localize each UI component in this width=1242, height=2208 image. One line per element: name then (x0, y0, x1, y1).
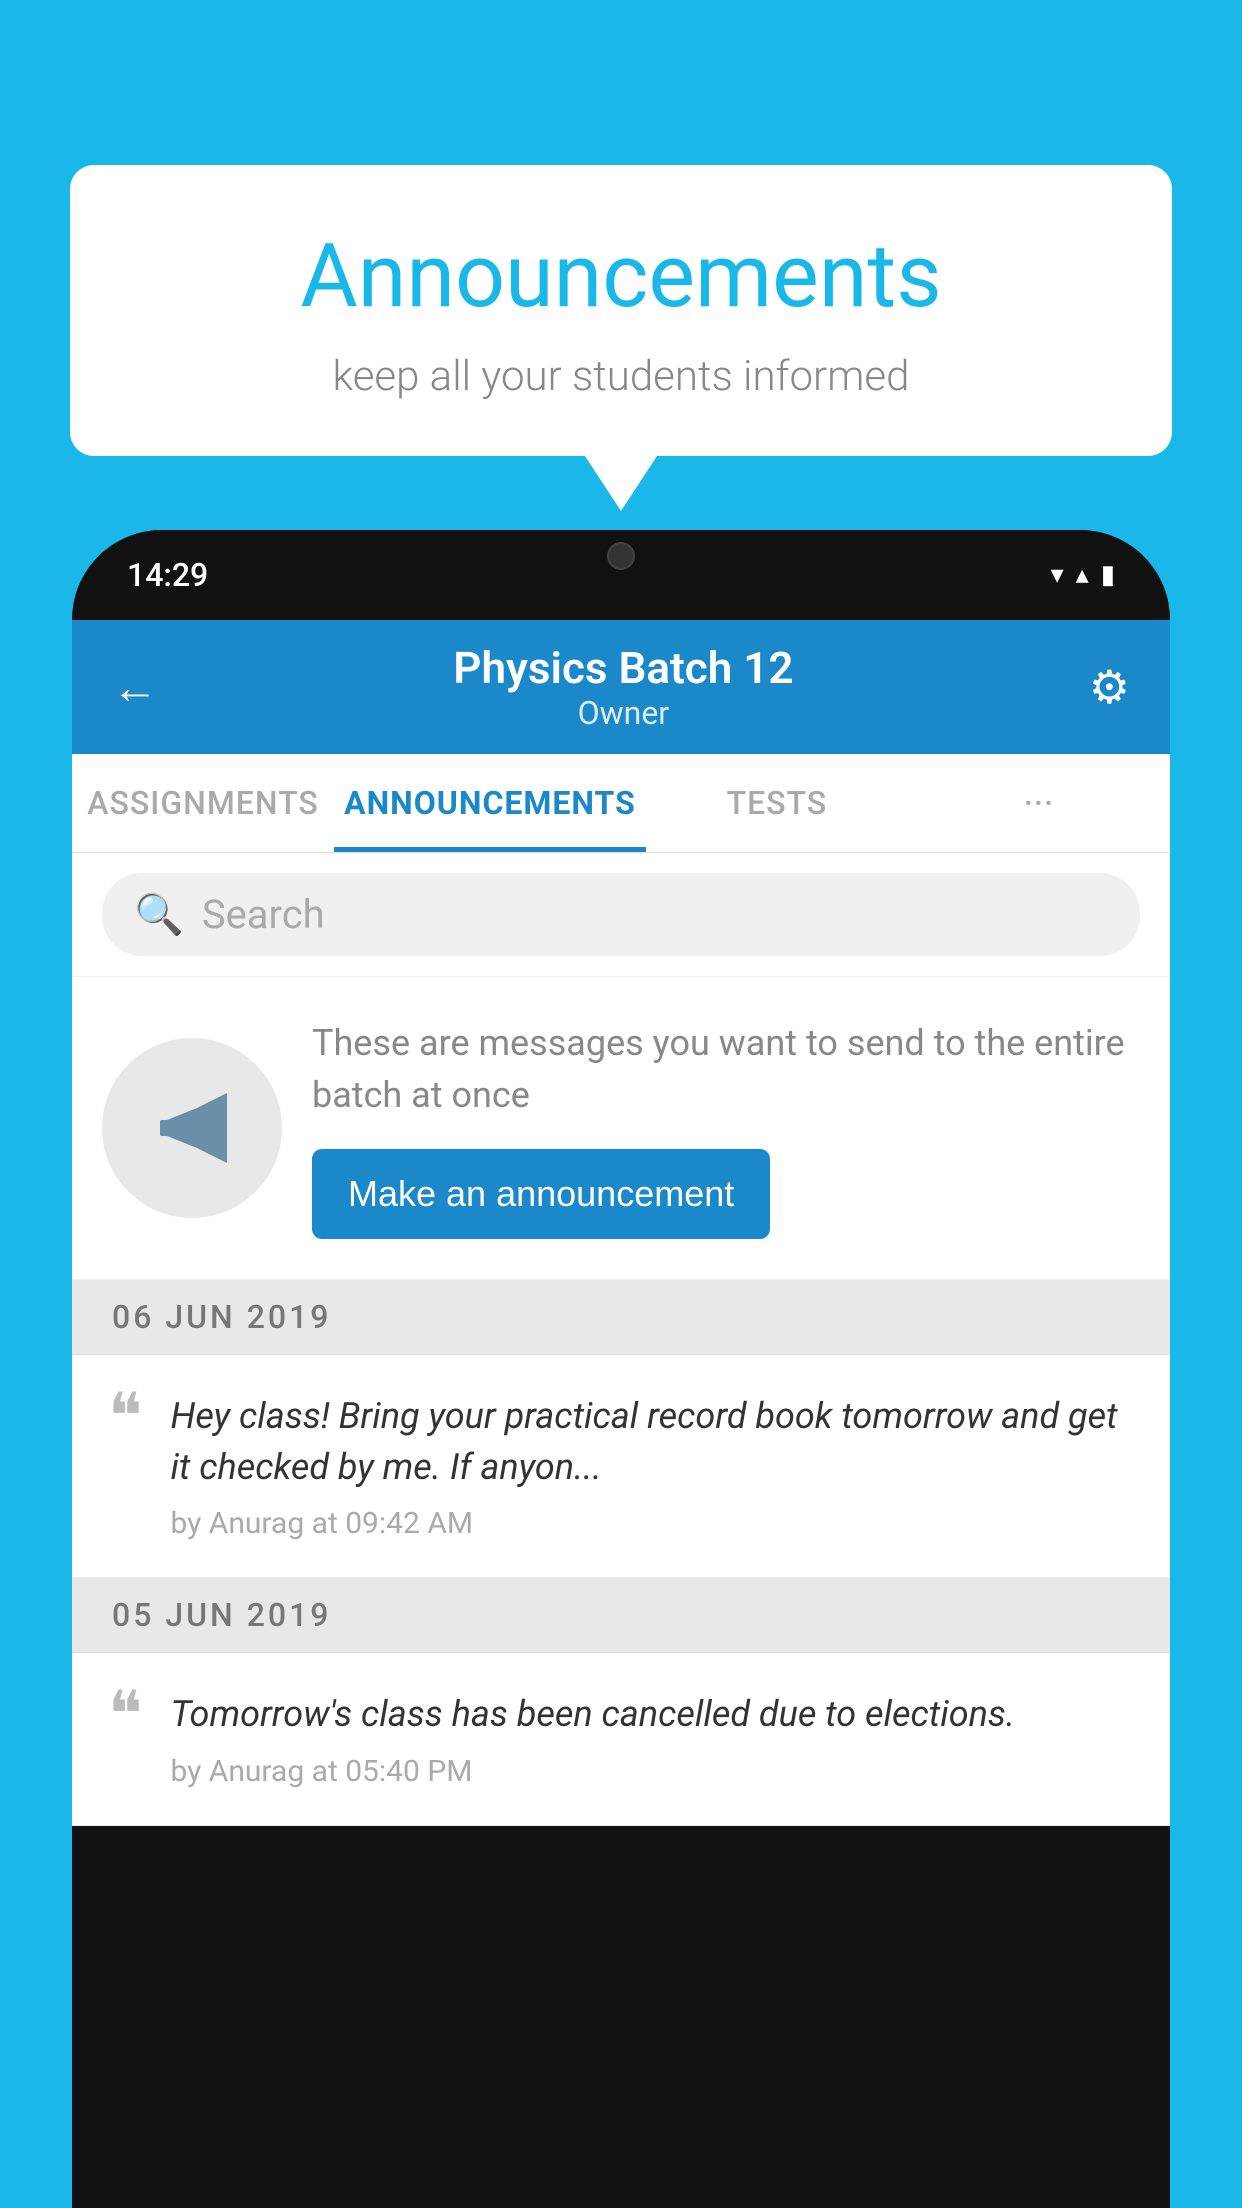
search-icon: 🔍 (134, 891, 184, 938)
announcement-text-1: Hey class! Bring your practical record b… (170, 1391, 1134, 1492)
promo-right: These are messages you want to send to t… (312, 1017, 1140, 1239)
tab-assignments[interactable]: ASSIGNMENTS (72, 754, 334, 852)
speech-bubble: Announcements keep all your students inf… (70, 165, 1172, 456)
announcement-item-1: ❝ Hey class! Bring your practical record… (72, 1355, 1170, 1578)
search-placeholder: Search (202, 891, 325, 938)
batch-title: Physics Batch 12 (453, 642, 793, 694)
signal-icon: ▴ (1076, 560, 1089, 590)
settings-gear-icon[interactable]: ⚙ (1089, 660, 1130, 715)
back-button[interactable]: ← (112, 660, 158, 715)
phone-notch (511, 530, 731, 585)
speech-bubble-title: Announcements (120, 225, 1122, 328)
make-announcement-button[interactable]: Make an announcement (312, 1149, 770, 1239)
tab-tests[interactable]: TESTS (646, 754, 908, 852)
status-icons: ▾ ▴ ▮ (1051, 560, 1115, 590)
tabs-bar: ASSIGNMENTS ANNOUNCEMENTS TESTS ··· (72, 754, 1170, 853)
announcement-item-2: ❝ Tomorrow's class has been cancelled du… (72, 1653, 1170, 1825)
phone-screen: 🔍 Search (72, 853, 1170, 1826)
announcement-by-1: by Anurag at 09:42 AM (170, 1506, 1134, 1541)
announcement-text-2: Tomorrow's class has been cancelled due … (170, 1689, 1134, 1739)
announcement-right-2: Tomorrow's class has been cancelled due … (170, 1689, 1134, 1788)
announcement-by-2: by Anurag at 05:40 PM (170, 1754, 1134, 1789)
tab-announcements[interactable]: ANNOUNCEMENTS (334, 754, 646, 852)
batch-role: Owner (453, 694, 793, 732)
status-bar: 14:29 ▾ ▴ ▮ (72, 530, 1170, 620)
phone-camera (607, 542, 635, 570)
battery-icon: ▮ (1101, 560, 1115, 590)
announcement-right-1: Hey class! Bring your practical record b… (170, 1391, 1134, 1541)
date-separator-1: 06 JUN 2019 (72, 1280, 1170, 1355)
header-title-block: Physics Batch 12 Owner (453, 642, 793, 732)
date-separator-2: 05 JUN 2019 (72, 1578, 1170, 1653)
phone-frame: 14:29 ▾ ▴ ▮ ← Physics Batch 12 Owner ⚙ A… (72, 530, 1170, 2208)
promo-description: These are messages you want to send to t… (312, 1017, 1140, 1121)
search-bar-container: 🔍 Search (72, 853, 1170, 977)
wifi-icon: ▾ (1051, 560, 1064, 590)
quote-icon-1: ❝ (108, 1385, 142, 1449)
promo-card: These are messages you want to send to t… (72, 977, 1170, 1280)
quote-icon-2: ❝ (108, 1683, 142, 1747)
announcement-icon-circle (102, 1038, 282, 1218)
speech-bubble-subtitle: keep all your students informed (120, 352, 1122, 401)
tab-more[interactable]: ··· (908, 754, 1170, 852)
megaphone-icon (142, 1078, 242, 1178)
search-bar[interactable]: 🔍 Search (102, 873, 1140, 956)
status-time: 14:29 (127, 556, 208, 594)
app-header: ← Physics Batch 12 Owner ⚙ (72, 620, 1170, 754)
